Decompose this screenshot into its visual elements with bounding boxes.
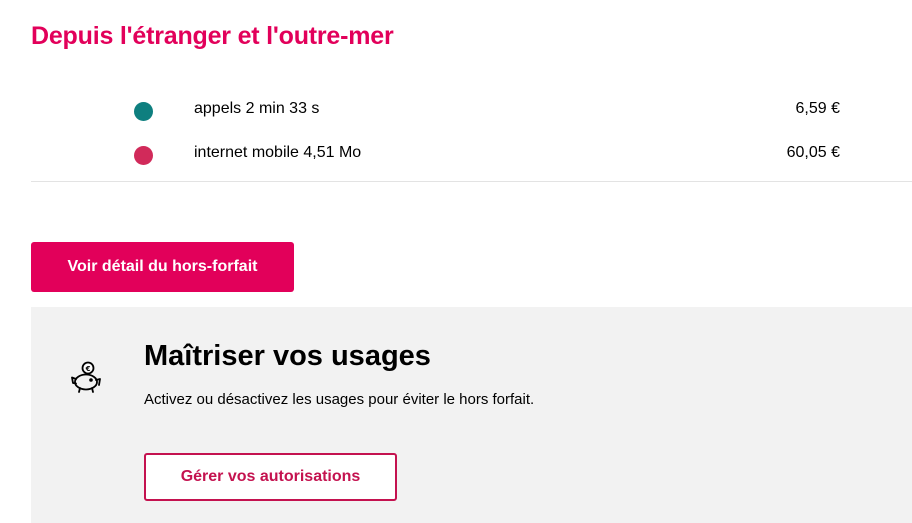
section-title: Depuis l'étranger et l'outre-mer bbox=[31, 22, 394, 50]
view-out-of-plan-detail-button[interactable]: Voir détail du hors-forfait bbox=[31, 242, 294, 292]
card-title: Maîtriser vos usages bbox=[144, 340, 431, 372]
svg-text:€: € bbox=[85, 365, 91, 373]
usage-control-card: € Maîtriser vos usages Activez ou désact… bbox=[31, 307, 912, 523]
piggy-bank-euro-icon: € bbox=[69, 360, 105, 396]
usage-list: appels 2 min 33 s 6,59 € internet mobile… bbox=[31, 88, 912, 176]
usage-row-internet: internet mobile 4,51 Mo 60,05 € bbox=[31, 132, 912, 176]
usage-amount: 6,59 € bbox=[795, 100, 840, 117]
card-description: Activez ou désactivez les usages pour év… bbox=[144, 391, 535, 408]
usage-label: internet mobile 4,51 Mo bbox=[194, 144, 362, 161]
internet-color-dot bbox=[134, 146, 153, 165]
usage-label: appels 2 min 33 s bbox=[194, 100, 320, 117]
calls-color-dot bbox=[134, 102, 153, 121]
usage-amount: 60,05 € bbox=[786, 144, 840, 161]
divider bbox=[31, 181, 912, 182]
manage-authorizations-button[interactable]: Gérer vos autorisations bbox=[144, 453, 397, 501]
usage-row-calls: appels 2 min 33 s 6,59 € bbox=[31, 88, 912, 132]
